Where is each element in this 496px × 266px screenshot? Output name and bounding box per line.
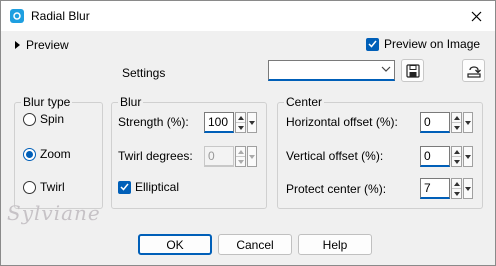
twirl-degrees-label: Twirl degrees: [118, 149, 193, 163]
arrow-up-icon[interactable] [236, 113, 245, 122]
blur-title: Blur [118, 95, 144, 109]
vertical-offset-spinner[interactable]: 0 [420, 146, 473, 167]
vertical-offset-input[interactable]: 0 [420, 146, 450, 167]
close-button[interactable] [467, 7, 485, 25]
zoom-radio[interactable]: Zoom [23, 147, 71, 161]
vertical-offset-label: Vertical offset (%): [286, 149, 384, 163]
blur-type-title: Blur type [21, 95, 73, 109]
checkmark-icon [366, 37, 379, 51]
spin-label: Spin [40, 112, 65, 126]
vertical-offset-stepper[interactable] [451, 146, 462, 167]
cancel-button[interactable]: Cancel [218, 234, 292, 255]
arrow-down-icon[interactable] [452, 122, 461, 132]
protect-center-dropdown[interactable] [463, 178, 473, 199]
preview-on-image-label: Preview on Image [384, 37, 481, 51]
ok-button[interactable]: OK [138, 234, 212, 255]
horizontal-offset-label: Horizontal offset (%): [286, 115, 398, 129]
radial-blur-dialog: Radial Blur Preview Preview on Image Set… [0, 0, 496, 266]
radio-unchecked-icon [23, 180, 36, 194]
settings-dropdown[interactable] [268, 60, 395, 81]
radio-checked-icon [23, 147, 36, 161]
chevron-down-icon [249, 120, 255, 125]
close-icon [471, 11, 481, 21]
window-title: Radial Blur [31, 9, 90, 23]
strength-stepper[interactable] [235, 112, 246, 133]
radio-unchecked-icon [23, 112, 36, 126]
arrow-up-icon [236, 147, 245, 156]
twirl-degrees-spinner: 0 [204, 146, 257, 167]
zoom-label: Zoom [40, 147, 71, 161]
elliptical-checkbox[interactable]: Elliptical [118, 180, 179, 194]
blur-type-group: Blur type Spin Zoom Twirl [14, 95, 103, 209]
strength-dropdown[interactable] [247, 112, 257, 133]
save-preset-button[interactable] [401, 59, 424, 82]
reset-defaults-icon [466, 65, 481, 78]
chevron-down-icon [465, 154, 471, 159]
arrow-down-icon [236, 156, 245, 166]
vertical-offset-dropdown[interactable] [463, 146, 473, 167]
watermark: Sylviane [7, 201, 101, 225]
chevron-down-icon [249, 154, 255, 159]
floppy-disk-icon [405, 63, 420, 78]
center-title: Center [284, 95, 325, 109]
strength-label: Strength (%): [118, 115, 189, 129]
twirl-degrees-dropdown [247, 146, 257, 167]
expand-triangle-icon [15, 41, 20, 49]
title-bar: Radial Blur [1, 1, 495, 31]
arrow-down-icon[interactable] [452, 188, 461, 198]
arrow-up-icon[interactable] [452, 179, 461, 188]
twirl-degrees-input: 0 [204, 146, 234, 167]
chevron-down-icon [381, 66, 391, 72]
horizontal-offset-spinner[interactable]: 0 [420, 112, 473, 133]
protect-center-label: Protect center (%): [286, 182, 387, 196]
protect-center-spinner[interactable]: 7 [420, 178, 473, 199]
preview-expander[interactable]: Preview [15, 37, 69, 53]
protect-center-stepper[interactable] [451, 178, 462, 199]
center-group: Center Horizontal offset (%): 0 Vertical… [277, 95, 483, 209]
twirl-label: Twirl [40, 180, 65, 194]
strength-input[interactable]: 100 [204, 112, 234, 133]
help-button[interactable]: Help [298, 234, 372, 255]
reset-defaults-button[interactable] [462, 59, 485, 82]
app-icon [10, 9, 24, 23]
horizontal-offset-stepper[interactable] [451, 112, 462, 133]
twirl-radio[interactable]: Twirl [23, 180, 65, 194]
elliptical-label: Elliptical [135, 180, 180, 194]
chevron-down-icon [465, 120, 471, 125]
checkmark-icon [118, 180, 131, 194]
blur-group: Blur Strength (%): 100 Twirl degrees: 0 … [111, 95, 267, 209]
chevron-down-icon [465, 186, 471, 191]
twirl-degrees-stepper [235, 146, 246, 167]
arrow-up-icon[interactable] [452, 113, 461, 122]
protect-center-input[interactable]: 7 [420, 178, 450, 199]
horizontal-offset-input[interactable]: 0 [420, 112, 450, 133]
arrow-down-icon[interactable] [236, 122, 245, 132]
settings-label: Settings [122, 66, 166, 80]
horizontal-offset-dropdown[interactable] [463, 112, 473, 133]
preview-label: Preview [26, 38, 69, 52]
preview-on-image-checkbox[interactable]: Preview on Image [366, 37, 480, 51]
arrow-up-icon[interactable] [452, 147, 461, 156]
spin-radio[interactable]: Spin [23, 112, 64, 126]
strength-spinner[interactable]: 100 [204, 112, 257, 133]
arrow-down-icon[interactable] [452, 156, 461, 166]
